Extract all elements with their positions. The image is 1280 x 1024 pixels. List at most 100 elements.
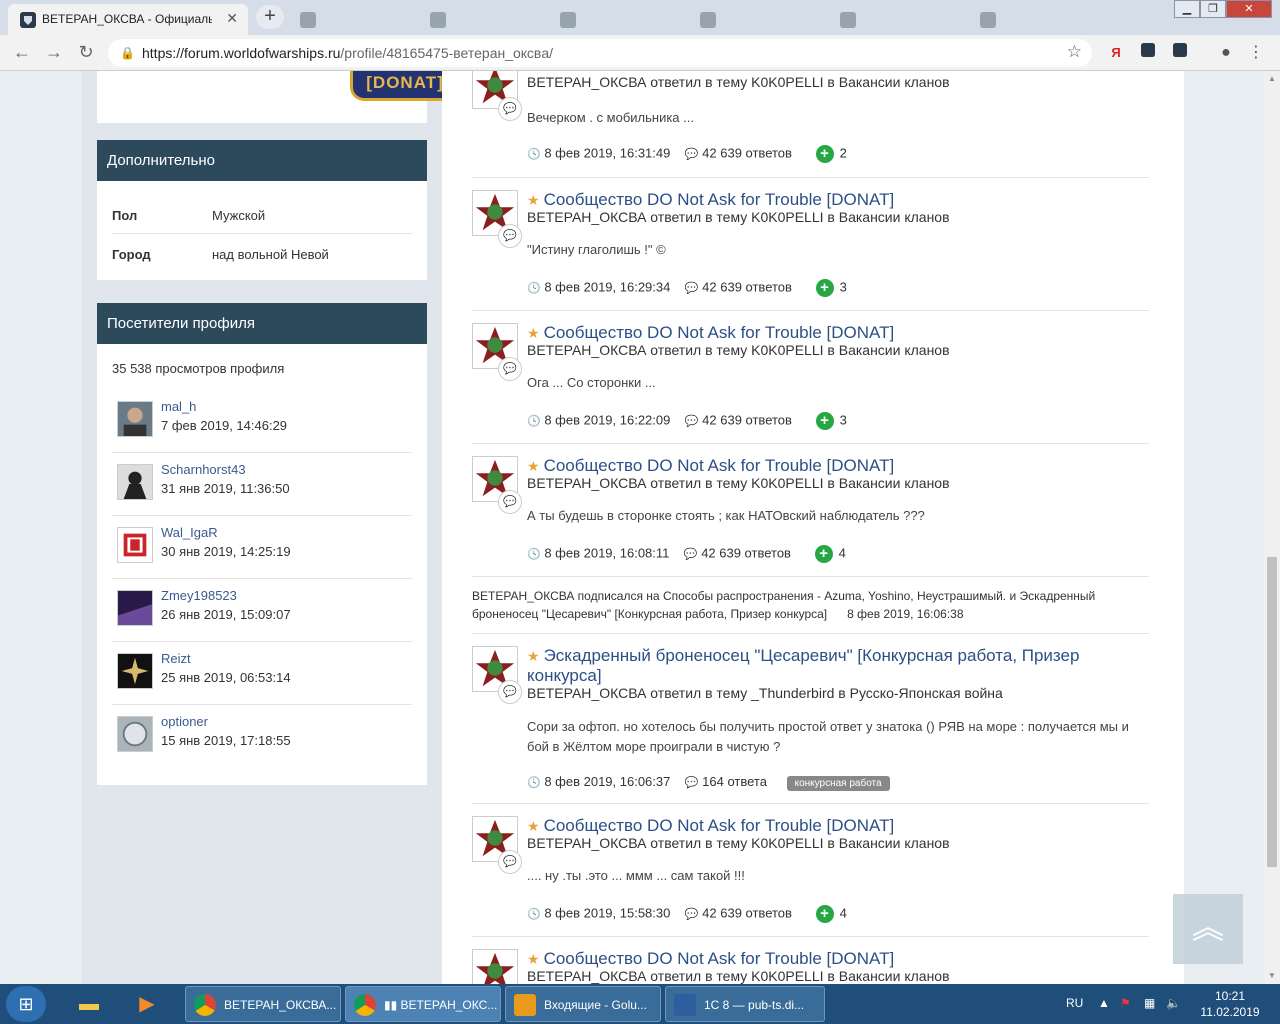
item-title-text[interactable]: Сообщество DO Not Ask for Trouble [DONAT… [544, 949, 895, 968]
tab-close-icon[interactable]: ✕ [226, 10, 238, 27]
scroll-to-top-button[interactable]: ︽ [1173, 894, 1243, 964]
activity-item: 💬 ВЕТЕРАН_ОКСВА ответил в тему K0K0PELLI… [472, 71, 1149, 178]
profile-visitors-card: Посетители профиля 35 538 просмотров про… [97, 303, 427, 785]
tab-title: ВЕТЕРАН_ОКСВА - Официаль [42, 12, 212, 26]
browser-tab[interactable] [290, 4, 420, 35]
item-date[interactable]: 8 фев 2019, 16:08:11 [544, 545, 669, 560]
language-indicator[interactable]: RU [1066, 996, 1083, 1010]
browser-tab[interactable] [550, 4, 680, 35]
tray-security-icon[interactable]: ⚑ [1120, 996, 1131, 1010]
item-title-text[interactable]: Сообщество DO Not Ask for Trouble [DONAT… [544, 816, 895, 835]
browser-tab-active[interactable]: ВЕТЕРАН_ОКСВА - Официаль ✕ [8, 4, 248, 35]
visitor-name[interactable]: Zmey198523 [161, 588, 237, 603]
item-title-text[interactable]: Сообщество DO Not Ask for Trouble [DONAT… [544, 190, 895, 209]
avatar[interactable] [117, 464, 153, 500]
avatar[interactable] [117, 653, 153, 689]
like-plus-icon[interactable]: + [815, 145, 834, 163]
visitor-name[interactable]: mal_h [161, 399, 196, 414]
visitor-name[interactable]: optioner [161, 714, 208, 729]
forward-arrow-icon[interactable]: → [42, 41, 66, 65]
profile-card: [DONAT] [97, 71, 460, 123]
back-arrow-icon[interactable]: ← [10, 41, 34, 65]
item-title-text[interactable]: Эскадренный броненосец "Цесаревич" [Конк… [527, 646, 1079, 685]
item-title[interactable]: ★ Сообщество DO Not Ask for Trouble [DONA… [527, 816, 1127, 836]
like-plus-icon[interactable]: + [815, 905, 834, 923]
activity-item: 💬 ★ Сообщество DO Not Ask for Trouble [DO… [472, 804, 1149, 937]
avatar[interactable] [117, 716, 153, 752]
item-meta: 🕓 8 фев 2019, 15:58:30 💬 42 639 ответов … [527, 905, 847, 923]
tray-volume-icon[interactable]: 🔈 [1166, 996, 1181, 1010]
taskbar-task-chrome[interactable]: ВЕТЕРАН_ОКСВА... [185, 986, 341, 1022]
browser-tab[interactable] [420, 4, 550, 35]
item-title[interactable]: ★ Эскадренный броненосец "Цесаревич" [Кон… [527, 646, 1127, 686]
subscription-text[interactable]: ВЕТЕРАН_ОКСВА подписался на Способы расп… [472, 589, 1095, 621]
browser-menu-icon[interactable]: ⋮ [1246, 43, 1266, 63]
browser-tab[interactable] [970, 4, 1100, 35]
browser-toolbar: ← → ↻ 🔒 https://forum.worldofwarships.ru… [0, 35, 1280, 71]
start-button[interactable]: ⊞ [6, 986, 46, 1022]
window-minimize-button[interactable]: ▁ [1174, 0, 1200, 18]
page-scrollbar[interactable]: ▲ ▼ [1264, 71, 1280, 984]
avatar[interactable] [117, 401, 153, 437]
item-replies: 42 639 ответов [702, 905, 792, 921]
item-subtitle: ВЕТЕРАН_ОКСВА ответил в тему K0K0PELLI в… [527, 209, 950, 225]
item-replies: 42 639 ответов [702, 279, 792, 295]
item-title[interactable]: ★ Сообщество DO Not Ask for Trouble [DONA… [527, 949, 1127, 969]
profile-avatar-icon[interactable]: ● [1216, 43, 1236, 63]
visitor-item: mal_h 7 фев 2019, 14:46:29 [112, 390, 412, 453]
item-date[interactable]: 8 фев 2019, 16:06:37 [544, 774, 670, 789]
browser-tab[interactable] [830, 4, 960, 35]
taskbar-task-outlook[interactable]: Входящие - Golu... [505, 986, 661, 1022]
system-clock[interactable]: 10:21 11.02.2019 [1190, 988, 1270, 1020]
visitor-name[interactable]: Scharnhorst43 [161, 462, 246, 477]
visitor-item: Zmey198523 26 янв 2019, 15:09:07 [112, 579, 412, 642]
item-date[interactable]: 8 фев 2019, 16:31:49 [544, 145, 670, 160]
new-tab-button[interactable]: + [256, 5, 284, 29]
visitor-name[interactable]: Wal_IgaR [161, 525, 218, 540]
avatar[interactable] [117, 527, 153, 563]
tray-expand-icon[interactable]: ▲ [1098, 996, 1110, 1010]
scroll-up-arrow-icon[interactable]: ▲ [1268, 74, 1276, 83]
info-value: над вольной Невой [212, 247, 329, 262]
explorer-folder-icon[interactable]: ▬ [68, 987, 110, 1021]
chrome-icon [194, 994, 216, 1016]
wows-extension-icon[interactable] [1138, 43, 1158, 63]
browser-tab-strip: ВЕТЕРАН_ОКСВА - Официаль ✕ + ▁ ❐ ✕ [0, 0, 1280, 35]
like-plus-icon[interactable]: + [814, 545, 833, 563]
media-player-icon[interactable]: ▶ [126, 987, 168, 1021]
item-date[interactable]: 8 фев 2019, 15:58:30 [544, 905, 670, 920]
wows-favicon-icon [840, 12, 856, 28]
red-star-avatar-icon[interactable] [472, 949, 518, 984]
wows-extension-icon-2[interactable] [1170, 43, 1190, 63]
address-bar[interactable]: 🔒 https://forum.worldofwarships.ru/profi… [108, 39, 1092, 67]
topic-tag[interactable]: конкурсная работа [786, 776, 890, 791]
yandex-extension-icon[interactable]: Я [1106, 43, 1126, 63]
taskbar-task-remote-desktop[interactable]: 1С 8 — pub-ts.di... [665, 986, 825, 1022]
item-title-text[interactable]: Сообщество DO Not Ask for Trouble [DONAT… [544, 456, 895, 475]
item-date[interactable]: 8 фев 2019, 16:29:34 [544, 279, 670, 294]
bookmark-star-icon[interactable]: ☆ [1067, 42, 1082, 62]
item-title[interactable]: ★ Сообщество DO Not Ask for Trouble [DONA… [527, 190, 1127, 210]
item-title-text[interactable]: Сообщество DO Not Ask for Trouble [DONAT… [544, 323, 895, 342]
item-title[interactable]: ★ Сообщество DO Not Ask for Trouble [DONA… [527, 456, 1127, 476]
wows-favicon-icon [20, 12, 36, 28]
like-count: 3 [839, 412, 847, 428]
comment-icon: 💬 [683, 548, 698, 561]
lock-icon: 🔒 [120, 46, 135, 60]
avatar[interactable] [117, 590, 153, 626]
item-date[interactable]: 8 фев 2019, 16:22:09 [544, 412, 670, 427]
browser-tab[interactable] [690, 4, 820, 35]
window-close-button[interactable]: ✕ [1226, 0, 1272, 18]
reload-icon[interactable]: ↻ [74, 41, 98, 65]
tray-network-icon[interactable]: ▦ [1144, 996, 1155, 1010]
like-plus-icon[interactable]: + [815, 279, 834, 297]
visitor-name[interactable]: Reizt [161, 651, 191, 666]
window-maximize-button[interactable]: ❐ [1200, 0, 1226, 18]
like-plus-icon[interactable]: + [815, 412, 834, 430]
item-title[interactable]: ★ Сообщество DO Not Ask for Trouble [DONA… [527, 323, 1127, 343]
page-content: [DONAT] Дополнительно Пол Мужской Город … [0, 71, 1264, 984]
scrollbar-thumb[interactable] [1267, 557, 1277, 867]
scroll-down-arrow-icon[interactable]: ▼ [1268, 971, 1276, 980]
taskbar-task-chrome-active[interactable]: ▮▮ ВЕТЕРАН_ОКС... [345, 986, 501, 1022]
clock-icon: 🕓 [527, 415, 541, 428]
